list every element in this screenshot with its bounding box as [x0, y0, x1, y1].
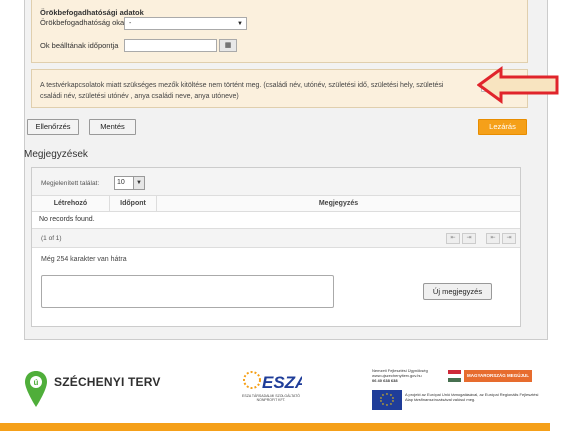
pager-first-button[interactable]: ⇤ — [446, 233, 460, 244]
column-header-note[interactable]: Megjegyzés — [157, 196, 520, 212]
reason-select-value: - — [129, 20, 132, 27]
pointer-arrow-icon — [477, 66, 559, 104]
szechenyi-terv-text: SZÉCHENYI TERV — [54, 375, 161, 389]
date-input[interactable] — [124, 39, 217, 52]
pager-last-button[interactable]: ⇥ — [502, 233, 516, 244]
svg-text:★: ★ — [386, 392, 389, 396]
pager-next-button[interactable]: ⇤ — [486, 233, 500, 244]
pager-prev-button[interactable]: ⇥ — [462, 233, 476, 244]
rows-shown-label: Megjelenített találat: — [41, 180, 100, 187]
esza-subtitle: ESZA TÁRSADALMI SZOLGÁLTATÓ NONPROFIT KF… — [242, 394, 300, 402]
pager-text: (1 of 1) — [41, 235, 62, 242]
column-header-time[interactable]: Időpont — [110, 196, 157, 212]
column-header-creator[interactable]: Létrehozó — [32, 196, 110, 212]
notes-panel: Megjelenített találat: 10 ▼ Létrehozó Id… — [31, 167, 521, 327]
chevron-down-icon: ▼ — [237, 21, 243, 27]
sibling-warning-box: A testvérkapcsolatok miatt szükséges mez… — [31, 69, 528, 108]
calendar-button[interactable]: ▦ — [219, 39, 237, 52]
footer-accent-bar — [0, 423, 550, 431]
note-textarea[interactable] — [41, 275, 334, 308]
save-button[interactable]: Mentés — [89, 119, 136, 135]
esza-logo-icon: ESZA — [243, 371, 302, 392]
rows-per-page-value: 10 — [117, 179, 125, 186]
new-note-button[interactable]: Új megjegyzés — [423, 283, 492, 300]
chars-left-text: Még 254 karakter van hátra — [41, 256, 127, 263]
eu-funding-text: A projekt az Európai Unió támogatásával,… — [405, 392, 539, 402]
svg-text:★: ★ — [382, 393, 385, 397]
svg-text:ú: ú — [34, 378, 39, 387]
calendar-icon: ▦ — [224, 42, 232, 49]
esza-logo-text: ESZA — [262, 373, 302, 392]
section-title: Örökbefogadhatósági adatok — [40, 8, 144, 17]
hungarian-flag-icon — [448, 370, 461, 382]
notes-heading: Megjegyzések — [24, 149, 88, 160]
no-records-text: No records found. — [39, 216, 95, 223]
svg-text:★: ★ — [390, 402, 393, 406]
sibling-warning-text: A testvérkapcsolatok miatt szükséges mez… — [40, 82, 444, 100]
check-button[interactable]: Ellenőrzés — [27, 119, 79, 135]
svg-text:★: ★ — [386, 403, 389, 407]
date-label: Ok beálltának időpontja — [40, 41, 119, 50]
table-toolbar: Megjelenített találat: 10 ▼ — [32, 168, 520, 196]
magyarorszag-megujul-badge: MAGYARORSZÁG MEGÚJUL — [464, 370, 532, 382]
pager: (1 of 1) ⇤ ⇥ ⇤ ⇥ — [32, 228, 520, 248]
chevron-down-icon: ▼ — [133, 177, 144, 189]
nfu-line3: 06 40 638 638 — [372, 378, 398, 383]
reason-select[interactable]: - ▼ — [124, 17, 247, 30]
rows-per-page-select[interactable]: 10 ▼ — [114, 176, 145, 190]
adoptability-section: Örökbefogadhatósági adatok Örökbefogadha… — [31, 0, 528, 63]
nfu-block: Nemzeti Fejlesztési Ügynökség www.ujszec… — [372, 368, 447, 383]
close-button[interactable]: Lezárás — [478, 119, 527, 135]
szechenyi-terv-logo-icon: ú — [25, 371, 47, 407]
page: Örökbefogadhatósági adatok Örökbefogadha… — [0, 0, 573, 433]
eu-flag-icon: ★ ★★★ ★★★★ ★★ — [372, 390, 402, 410]
